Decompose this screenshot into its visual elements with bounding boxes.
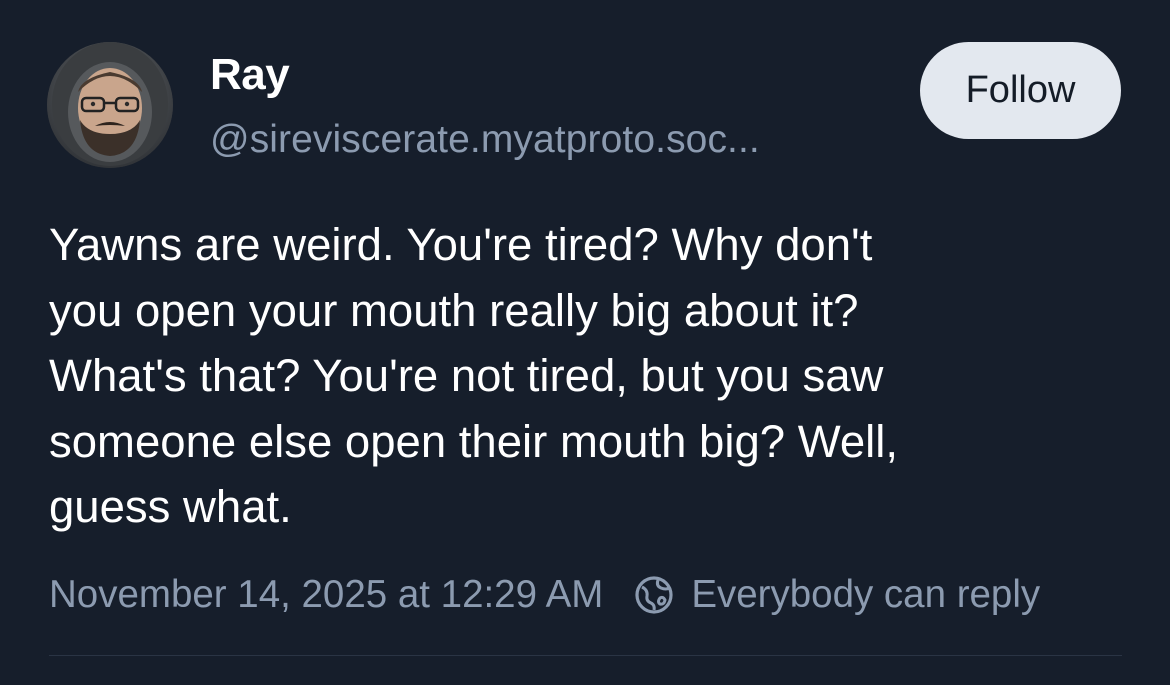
follow-button[interactable]: Follow: [920, 42, 1121, 139]
globe-icon: [635, 576, 673, 614]
post-text-line: you open your mouth really big about it?: [49, 284, 859, 336]
author-display-name[interactable]: Ray: [210, 50, 290, 100]
post-timestamp[interactable]: November 14, 2025 at 12:29 AM: [49, 573, 603, 617]
divider: [49, 655, 1122, 656]
avatar-image: [47, 42, 173, 168]
post-text-line: guess what.: [49, 481, 292, 532]
reply-settings[interactable]: Everybody can reply: [633, 573, 1040, 617]
post-text-line: What's that? You're not tired, but you s…: [49, 350, 884, 401]
post-text-line: Yawns are weird. You're tired? Why don't: [49, 219, 873, 270]
author-handle[interactable]: @sireviscerate.myatproto.soc...: [210, 118, 760, 162]
post-meta: November 14, 2025 at 12:29 AM Everybody …: [49, 570, 1040, 620]
avatar[interactable]: [47, 42, 173, 168]
post-text: Yawns are weird. You're tired? Why don't…: [49, 212, 1129, 540]
post-text-line: someone else open their mouth big? Well,: [49, 415, 898, 467]
reply-setting-label: Everybody can reply: [691, 573, 1041, 616]
post-thread-item: Ray @sireviscerate.myatproto.soc... Foll…: [0, 0, 1170, 685]
